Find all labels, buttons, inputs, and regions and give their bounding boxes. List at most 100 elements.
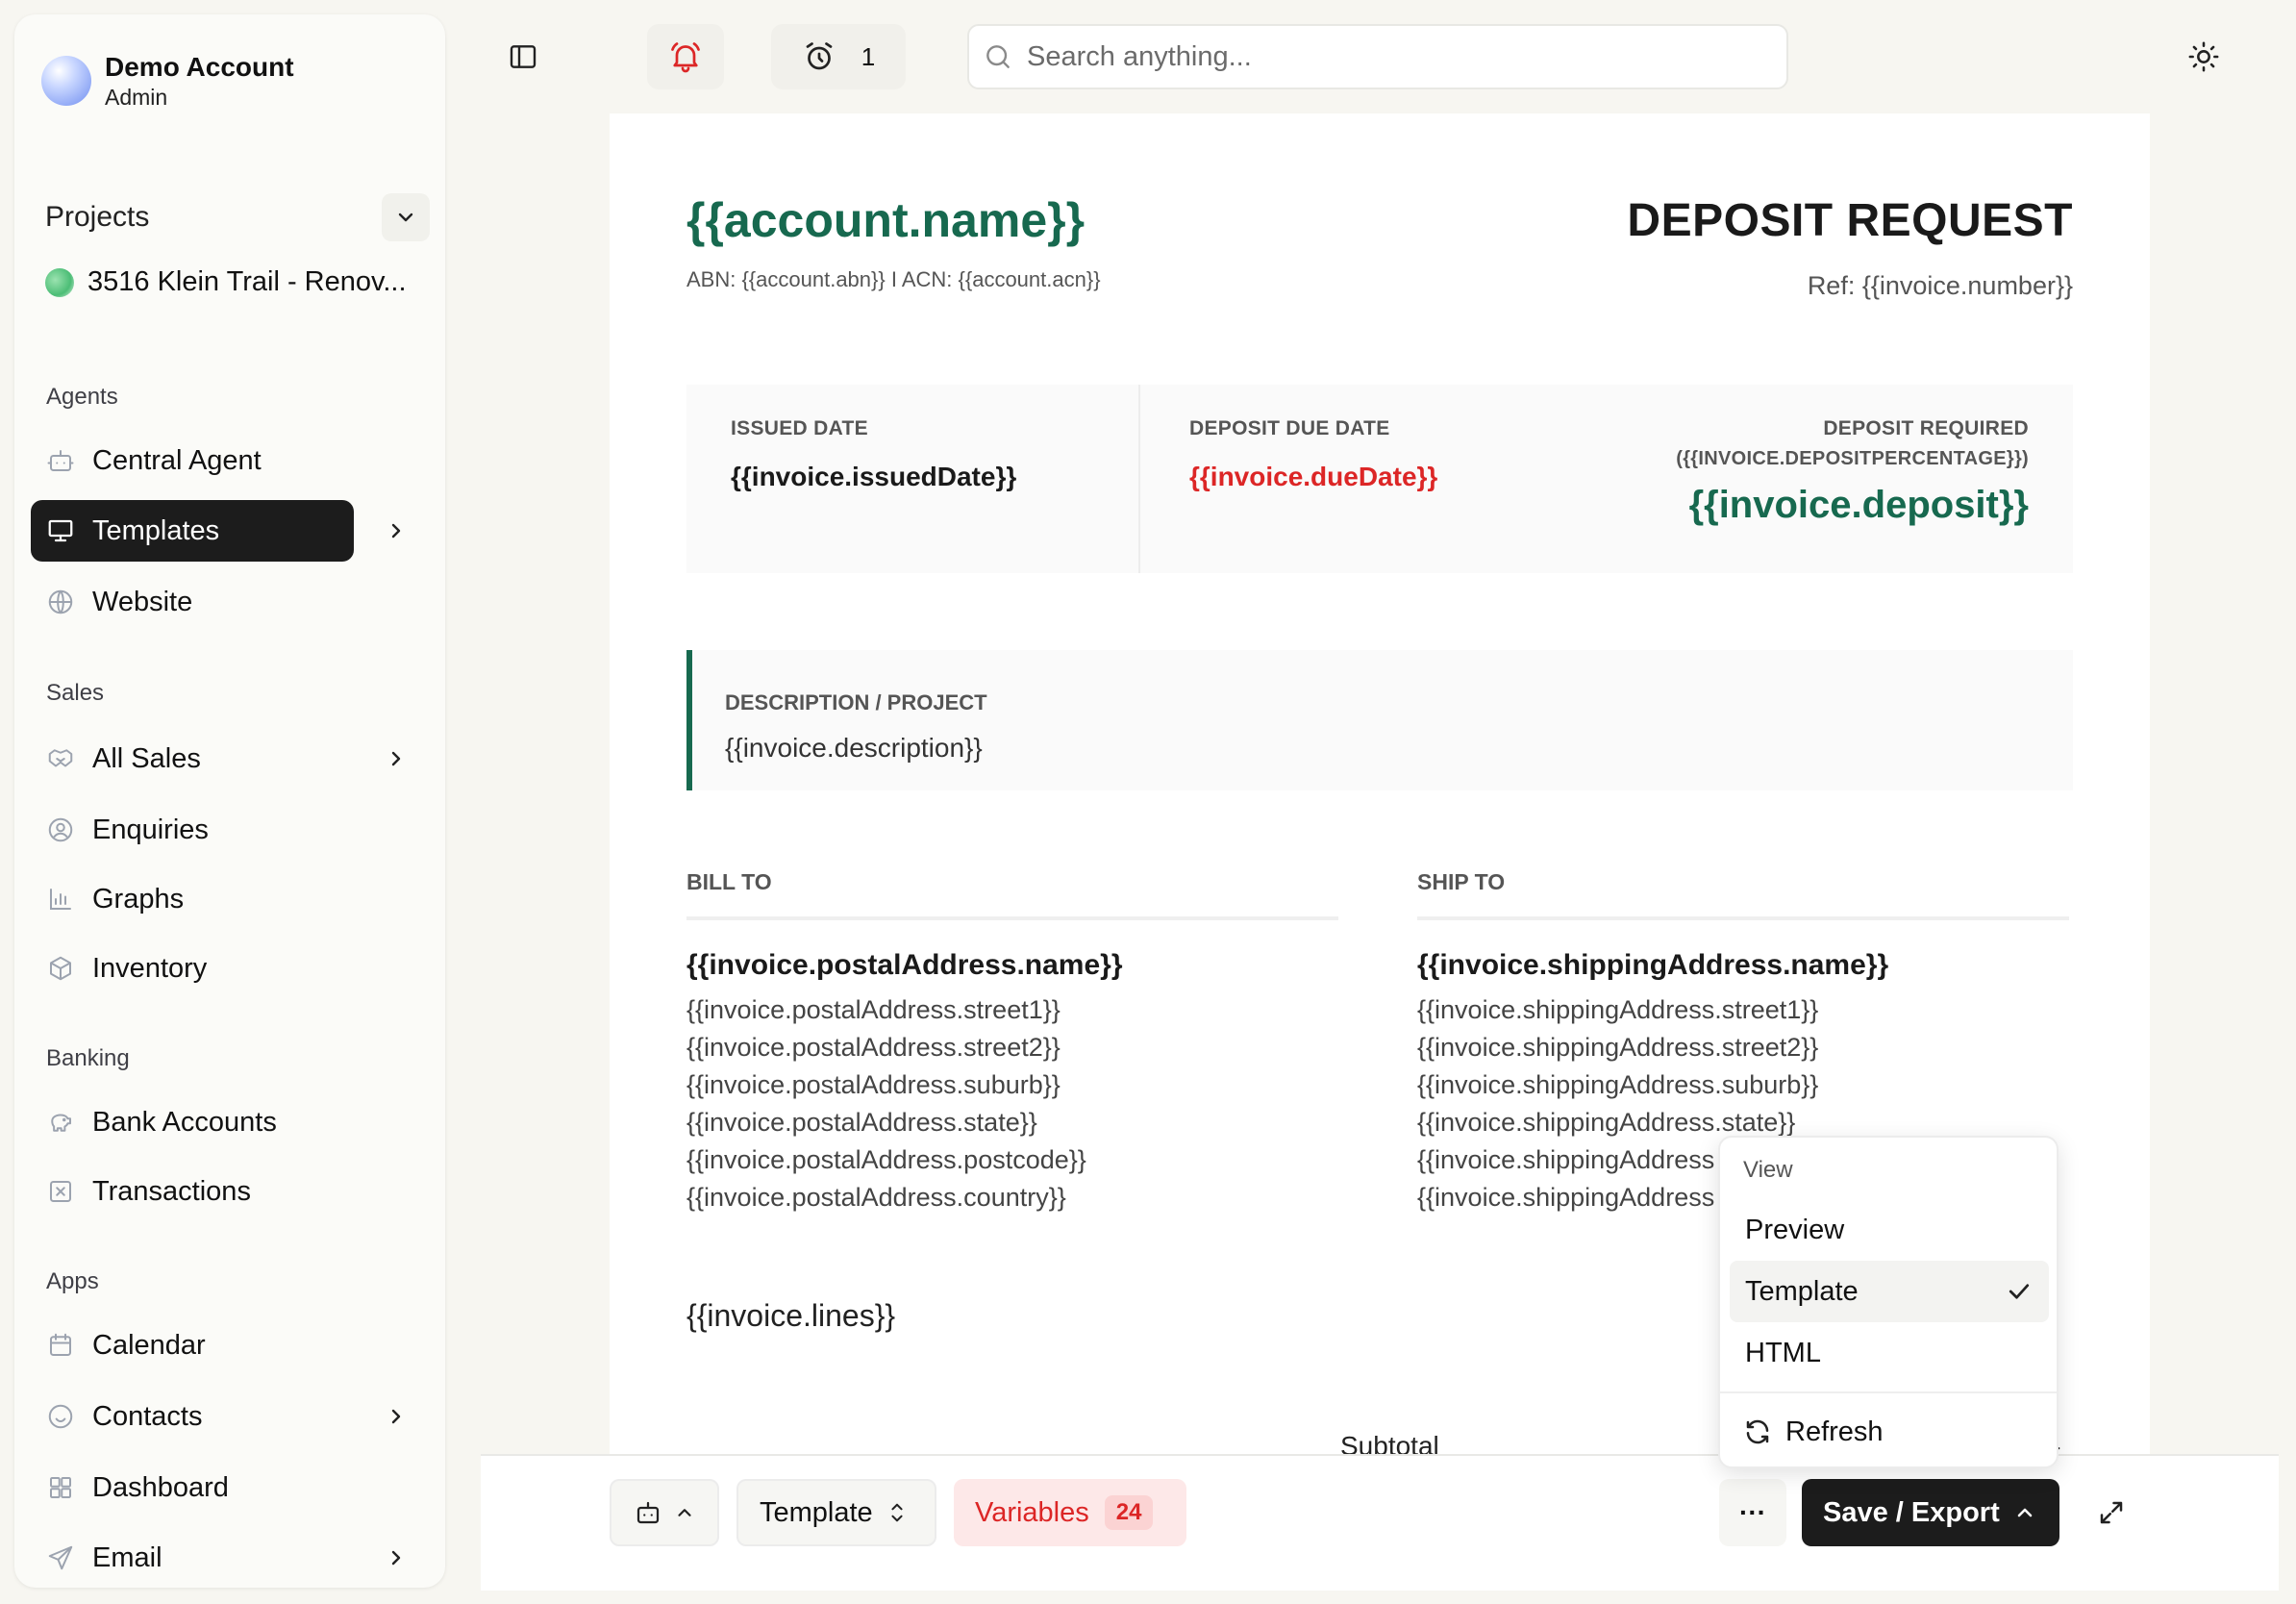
layout-grid-icon xyxy=(44,1471,77,1504)
deposit-amount: {{invoice.deposit}} xyxy=(1688,484,2029,526)
chevron-down-icon xyxy=(398,213,413,222)
bill-to-name: {{invoice.postalAddress.name}} xyxy=(686,949,1123,981)
robot-icon xyxy=(636,1501,660,1524)
issued-date-block: ISSUED DATE {{invoice.issuedDate}} xyxy=(731,417,1016,492)
section-label-agents: Agents xyxy=(46,384,118,410)
ship-to-line: {{invoice.shippingAddress.suburb}} xyxy=(1417,1070,1819,1099)
user-circle-icon xyxy=(44,814,77,846)
description-box: DESCRIPTION / PROJECT {{invoice.descript… xyxy=(686,650,2073,790)
calendar-icon xyxy=(44,1329,77,1362)
sidebar-item-all-sales[interactable]: All Sales xyxy=(31,728,421,789)
sidebar-item-email[interactable]: Email xyxy=(31,1527,421,1589)
view-menu-header: View xyxy=(1743,1157,1793,1183)
sidebar-item-bank-accounts[interactable]: Bank Accounts xyxy=(31,1091,421,1153)
deposit-required-label: DEPOSIT REQUIRED xyxy=(1823,417,2029,439)
bell-icon xyxy=(671,42,700,73)
due-date-value: {{invoice.dueDate}} xyxy=(1189,462,1438,491)
sidebar-item-templates[interactable]: Templates xyxy=(31,500,421,562)
ship-to-line: {{invoice.shippingAddress.street1}} xyxy=(1417,995,1819,1024)
menu-item-label: Template xyxy=(1745,1275,1859,1307)
fullscreen-button[interactable] xyxy=(2081,1479,2142,1546)
sidebar-item-transactions[interactable]: Transactions xyxy=(31,1161,421,1222)
presentation-icon xyxy=(44,514,77,547)
account-abn-acn: ABN: {{account.abn}} I ACN: {{account.ac… xyxy=(686,267,1101,291)
invoice-lines-placeholder: {{invoice.lines}} xyxy=(686,1298,896,1333)
search-input[interactable] xyxy=(1025,39,1759,74)
sidebar-item-label: Email xyxy=(92,1541,162,1573)
project-label: 3516 Klein Trail - Renov... xyxy=(87,266,407,297)
variables-label: Variables xyxy=(975,1496,1089,1528)
account-switcher[interactable]: Demo Account Admin xyxy=(41,51,294,111)
sidebar-item-central-agent[interactable]: Central Agent xyxy=(31,430,421,491)
sidebar-item-website[interactable]: Website xyxy=(31,571,421,633)
ship-to-name: {{invoice.shippingAddress.name}} xyxy=(1417,949,1889,981)
globe-icon xyxy=(44,586,77,618)
search-icon xyxy=(983,41,1013,72)
menu-item-label: Preview xyxy=(1745,1214,1845,1245)
deposit-required-block: DEPOSIT REQUIRED ({{INVOICE.DEPOSITPERCE… xyxy=(1676,417,2029,527)
theme-toggle-button[interactable] xyxy=(2171,24,2236,89)
menu-item-label: Refresh xyxy=(1785,1416,1884,1447)
sidebar-toggle-icon xyxy=(510,45,537,68)
chevron-up-down-icon xyxy=(891,1503,903,1522)
notifications-button[interactable] xyxy=(647,24,724,89)
projects-collapse-button[interactable] xyxy=(382,193,430,241)
chevron-right-icon[interactable] xyxy=(381,743,412,774)
editor-bottom-bar: Template Variables 24 ··· Save / Export xyxy=(481,1454,2279,1591)
sidebar-item-label: Website xyxy=(92,586,193,617)
agent-menu-button[interactable] xyxy=(610,1479,719,1546)
menu-item-html[interactable]: HTML xyxy=(1730,1322,2049,1384)
mode-select[interactable]: Template xyxy=(736,1479,936,1546)
chevron-right-icon[interactable] xyxy=(381,1401,412,1432)
bill-to-label: BILL TO xyxy=(686,869,772,894)
project-item[interactable]: 3516 Klein Trail - Renov... xyxy=(45,266,407,298)
deposit-percentage: ({{INVOICE.DEPOSITPERCENTAGE}}) xyxy=(1676,448,2029,469)
sidebar-item-dashboard[interactable]: Dashboard xyxy=(31,1457,421,1518)
sidebar-toggle-button[interactable] xyxy=(490,24,556,89)
description-label: DESCRIPTION / PROJECT xyxy=(725,690,987,714)
section-label-banking: Banking xyxy=(46,1045,130,1071)
sidebar-item-graphs[interactable]: Graphs xyxy=(31,868,421,930)
avatar xyxy=(41,56,91,106)
bill-to-line: {{invoice.postalAddress.street1}} xyxy=(686,995,1061,1024)
sidebar-item-label: Contacts xyxy=(92,1400,203,1432)
piggy-bank-icon xyxy=(44,1106,77,1139)
smile-icon xyxy=(44,1400,77,1433)
alarm-count: 1 xyxy=(861,41,876,71)
sidebar: Demo Account Admin Projects 3516 Klein T… xyxy=(14,14,445,1588)
refresh-icon xyxy=(1746,1419,1769,1444)
menu-item-template[interactable]: Template xyxy=(1730,1261,2049,1322)
sidebar-item-enquiries[interactable]: Enquiries xyxy=(31,799,421,861)
alarms-button[interactable]: 1 xyxy=(771,24,906,89)
bill-to-line: {{invoice.postalAddress.state}} xyxy=(686,1108,1037,1137)
projects-header: Projects xyxy=(45,193,430,241)
more-options-button[interactable]: ··· xyxy=(1719,1479,1786,1546)
chevron-right-icon[interactable] xyxy=(381,1542,412,1573)
sidebar-item-label: Enquiries xyxy=(92,814,209,845)
account-role: Admin xyxy=(105,85,168,110)
sidebar-item-contacts[interactable]: Contacts xyxy=(31,1386,421,1447)
bill-to-line: {{invoice.postalAddress.postcode}} xyxy=(686,1145,1086,1174)
section-label-sales: Sales xyxy=(46,680,105,706)
section-label-apps: Apps xyxy=(46,1268,99,1294)
menu-item-preview[interactable]: Preview xyxy=(1730,1199,2049,1261)
document-ref: Ref: {{invoice.number}} xyxy=(1807,271,2073,300)
document-title: DEPOSIT REQUEST xyxy=(1627,195,2073,246)
sidebar-item-inventory[interactable]: Inventory xyxy=(31,938,421,999)
save-export-button[interactable]: Save / Export xyxy=(1802,1479,2059,1546)
menu-item-refresh[interactable]: Refresh xyxy=(1730,1401,2049,1463)
expand-icon xyxy=(2100,1501,2123,1524)
alarm-clock-icon xyxy=(806,42,833,70)
bill-to-line: {{invoice.postalAddress.suburb}} xyxy=(686,1070,1061,1099)
variables-button[interactable]: Variables 24 xyxy=(954,1479,1186,1546)
project-color-dot xyxy=(45,267,74,297)
search-box[interactable] xyxy=(967,24,1788,89)
divider xyxy=(1417,916,2069,920)
sidebar-item-label: Inventory xyxy=(92,952,208,984)
check-icon xyxy=(2009,1284,2030,1299)
chevron-right-icon[interactable] xyxy=(381,515,412,546)
sidebar-item-calendar[interactable]: Calendar xyxy=(31,1315,421,1376)
issued-date-label: ISSUED DATE xyxy=(731,417,868,439)
send-icon xyxy=(44,1541,77,1574)
mode-select-label: Template xyxy=(760,1496,873,1528)
